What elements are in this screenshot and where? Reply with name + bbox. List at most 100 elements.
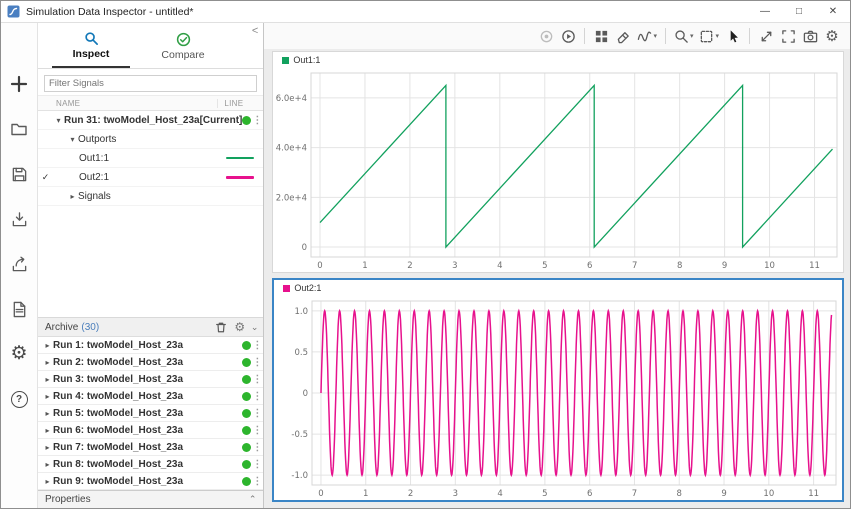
zoom-button[interactable]: ▾ — [672, 25, 696, 47]
column-name: NAME — [38, 99, 217, 108]
archive-run-row[interactable]: ▸ Run 8: twoModel_Host_23a ⋮ — [38, 456, 263, 473]
pointer-tool-button[interactable] — [723, 25, 743, 47]
add-button[interactable] — [7, 73, 31, 95]
properties-bar[interactable]: Properties ⌃ — [38, 490, 263, 508]
layout-button[interactable] — [591, 25, 611, 47]
collapsed-caret-icon[interactable]: ▸ — [42, 358, 53, 367]
main-area: ▾ ▾ ▾ — [264, 23, 850, 508]
signals-group-row[interactable]: ▸ Signals — [38, 187, 263, 206]
signal-options-button[interactable]: ▾ — [635, 25, 659, 47]
svg-text:0: 0 — [303, 389, 308, 399]
save-button[interactable] — [7, 163, 31, 185]
archive-run-row[interactable]: ▸ Run 9: twoModel_Host_23a ⋮ — [38, 473, 263, 490]
camera-icon — [803, 29, 818, 44]
svg-text:1: 1 — [363, 261, 368, 271]
subplot-out1[interactable]: Out1:1 0123456789101102.0e+44.0e+46.0e+4 — [272, 51, 844, 273]
signal-label: Out2:1 — [79, 172, 217, 183]
plot-canvas-out2[interactable]: 01234567891011-1.0-0.500.51.0 — [274, 296, 842, 500]
status-dot-icon — [242, 443, 251, 452]
collapsed-caret-icon[interactable]: ▸ — [42, 392, 53, 401]
archive-run-row[interactable]: ▸ Run 3: twoModel_Host_23a ⋮ — [38, 371, 263, 388]
expand-properties-icon[interactable]: ⌃ — [249, 494, 257, 505]
legend-label: Out2:1 — [294, 283, 321, 293]
play-icon — [561, 29, 576, 44]
create-report-button[interactable] — [7, 298, 31, 320]
status-dot-icon — [242, 460, 251, 469]
expand-diagonal-icon — [759, 29, 774, 44]
clear-plots-button[interactable] — [613, 25, 633, 47]
archive-run-row[interactable]: ▸ Run 6: twoModel_Host_23a ⋮ — [38, 422, 263, 439]
expand-caret-icon[interactable]: ▾ — [53, 116, 64, 125]
filter-signals-input[interactable] — [44, 75, 257, 92]
trash-icon — [215, 321, 227, 334]
preferences-button[interactable]: ⚙ — [7, 343, 31, 365]
line-style-swatch — [226, 176, 254, 179]
maximize-button[interactable]: □ — [782, 1, 816, 22]
collapsed-caret-icon[interactable]: ▸ — [42, 375, 53, 384]
outports-row[interactable]: ▾ Outports — [38, 130, 263, 149]
collapsed-caret-icon[interactable]: ▸ — [42, 460, 53, 469]
collapsed-caret-icon[interactable]: ▸ — [42, 341, 53, 350]
tab-inspect[interactable]: Inspect — [52, 23, 130, 68]
svg-text:3: 3 — [453, 489, 458, 499]
tab-compare-label: Compare — [161, 49, 204, 61]
archive-header[interactable]: Archive (30) ⚙ ⌄ — [38, 317, 263, 337]
signal-row-out2[interactable]: ✓ Out2:1 — [38, 168, 263, 187]
signal-row-out1[interactable]: Out1:1 — [38, 149, 263, 168]
archive-run-row[interactable]: ▸ Run 5: twoModel_Host_23a ⋮ — [38, 405, 263, 422]
kebab-menu-icon[interactable]: ⋮ — [251, 391, 263, 402]
kebab-menu-icon[interactable]: ⋮ — [251, 374, 263, 385]
save-icon — [11, 166, 28, 183]
play-button[interactable] — [558, 25, 578, 47]
kebab-menu-icon[interactable]: ⋮ — [251, 425, 263, 436]
kebab-menu-icon[interactable]: ⋮ — [251, 115, 263, 126]
help-button[interactable]: ? — [7, 388, 31, 410]
kebab-menu-icon[interactable]: ⋮ — [251, 442, 263, 453]
svg-text:4.0e+4: 4.0e+4 — [276, 144, 307, 154]
run-label: Run 31: twoModel_Host_23a[Current] — [64, 115, 242, 126]
delete-run-button[interactable] — [213, 321, 229, 334]
folder-icon — [10, 120, 28, 138]
checkbox-checked-icon[interactable]: ✓ — [38, 172, 53, 183]
snapshot-button[interactable] — [800, 25, 820, 47]
collapsed-caret-icon[interactable]: ▸ — [42, 477, 53, 486]
fit-to-view-button[interactable]: ▾ — [697, 25, 721, 47]
expand-button[interactable] — [756, 25, 776, 47]
archive-run-row[interactable]: ▸ Run 4: twoModel_Host_23a ⋮ — [38, 388, 263, 405]
archive-settings-button[interactable]: ⚙ — [232, 320, 248, 334]
record-button[interactable] — [536, 25, 556, 47]
fullscreen-button[interactable] — [778, 25, 798, 47]
collapsed-caret-icon[interactable]: ▸ — [42, 426, 53, 435]
import-button[interactable] — [7, 208, 31, 230]
plot-canvas-out1[interactable]: 0123456789101102.0e+44.0e+46.0e+4 — [273, 68, 843, 272]
export-button[interactable] — [7, 253, 31, 275]
expand-caret-icon[interactable]: ▾ — [67, 135, 78, 144]
kebab-menu-icon[interactable]: ⋮ — [251, 357, 263, 368]
collapsed-caret-icon[interactable]: ▸ — [42, 443, 53, 452]
collapse-archive-icon[interactable]: ⌄ — [251, 322, 259, 333]
column-line: LINE — [217, 99, 263, 108]
minimize-button[interactable]: — — [748, 1, 782, 22]
close-button[interactable]: ✕ — [816, 1, 850, 22]
subplot-out2-selected[interactable]: Out2:1 01234567891011-1.0-0.500.51.0 — [272, 278, 844, 502]
tab-inspect-label: Inspect — [73, 48, 110, 60]
check-circle-icon — [176, 32, 191, 47]
settings-button[interactable]: ⚙ — [822, 25, 842, 47]
archive-run-row[interactable]: ▸ Run 2: twoModel_Host_23a ⋮ — [38, 354, 263, 371]
collapsed-caret-icon[interactable]: ▸ — [42, 409, 53, 418]
collapsed-caret-icon[interactable]: ▸ — [67, 192, 78, 201]
kebab-menu-icon[interactable]: ⋮ — [251, 408, 263, 419]
dropdown-caret-icon: ▾ — [653, 32, 657, 40]
kebab-menu-icon[interactable]: ⋮ — [251, 476, 263, 487]
collapse-panel-button[interactable]: < — [252, 25, 258, 37]
legend-label: Out1:1 — [293, 55, 320, 65]
kebab-menu-icon[interactable]: ⋮ — [251, 340, 263, 351]
tab-compare[interactable]: Compare — [144, 23, 222, 68]
kebab-menu-icon[interactable]: ⋮ — [251, 459, 263, 470]
gear-icon: ⚙ — [234, 320, 245, 334]
import-icon — [11, 211, 28, 228]
run-row-current[interactable]: ▾ Run 31: twoModel_Host_23a[Current] ⋮ — [38, 111, 263, 130]
archive-run-row[interactable]: ▸ Run 1: twoModel_Host_23a ⋮ — [38, 337, 263, 354]
archive-run-row[interactable]: ▸ Run 7: twoModel_Host_23a ⋮ — [38, 439, 263, 456]
open-button[interactable] — [7, 118, 31, 140]
